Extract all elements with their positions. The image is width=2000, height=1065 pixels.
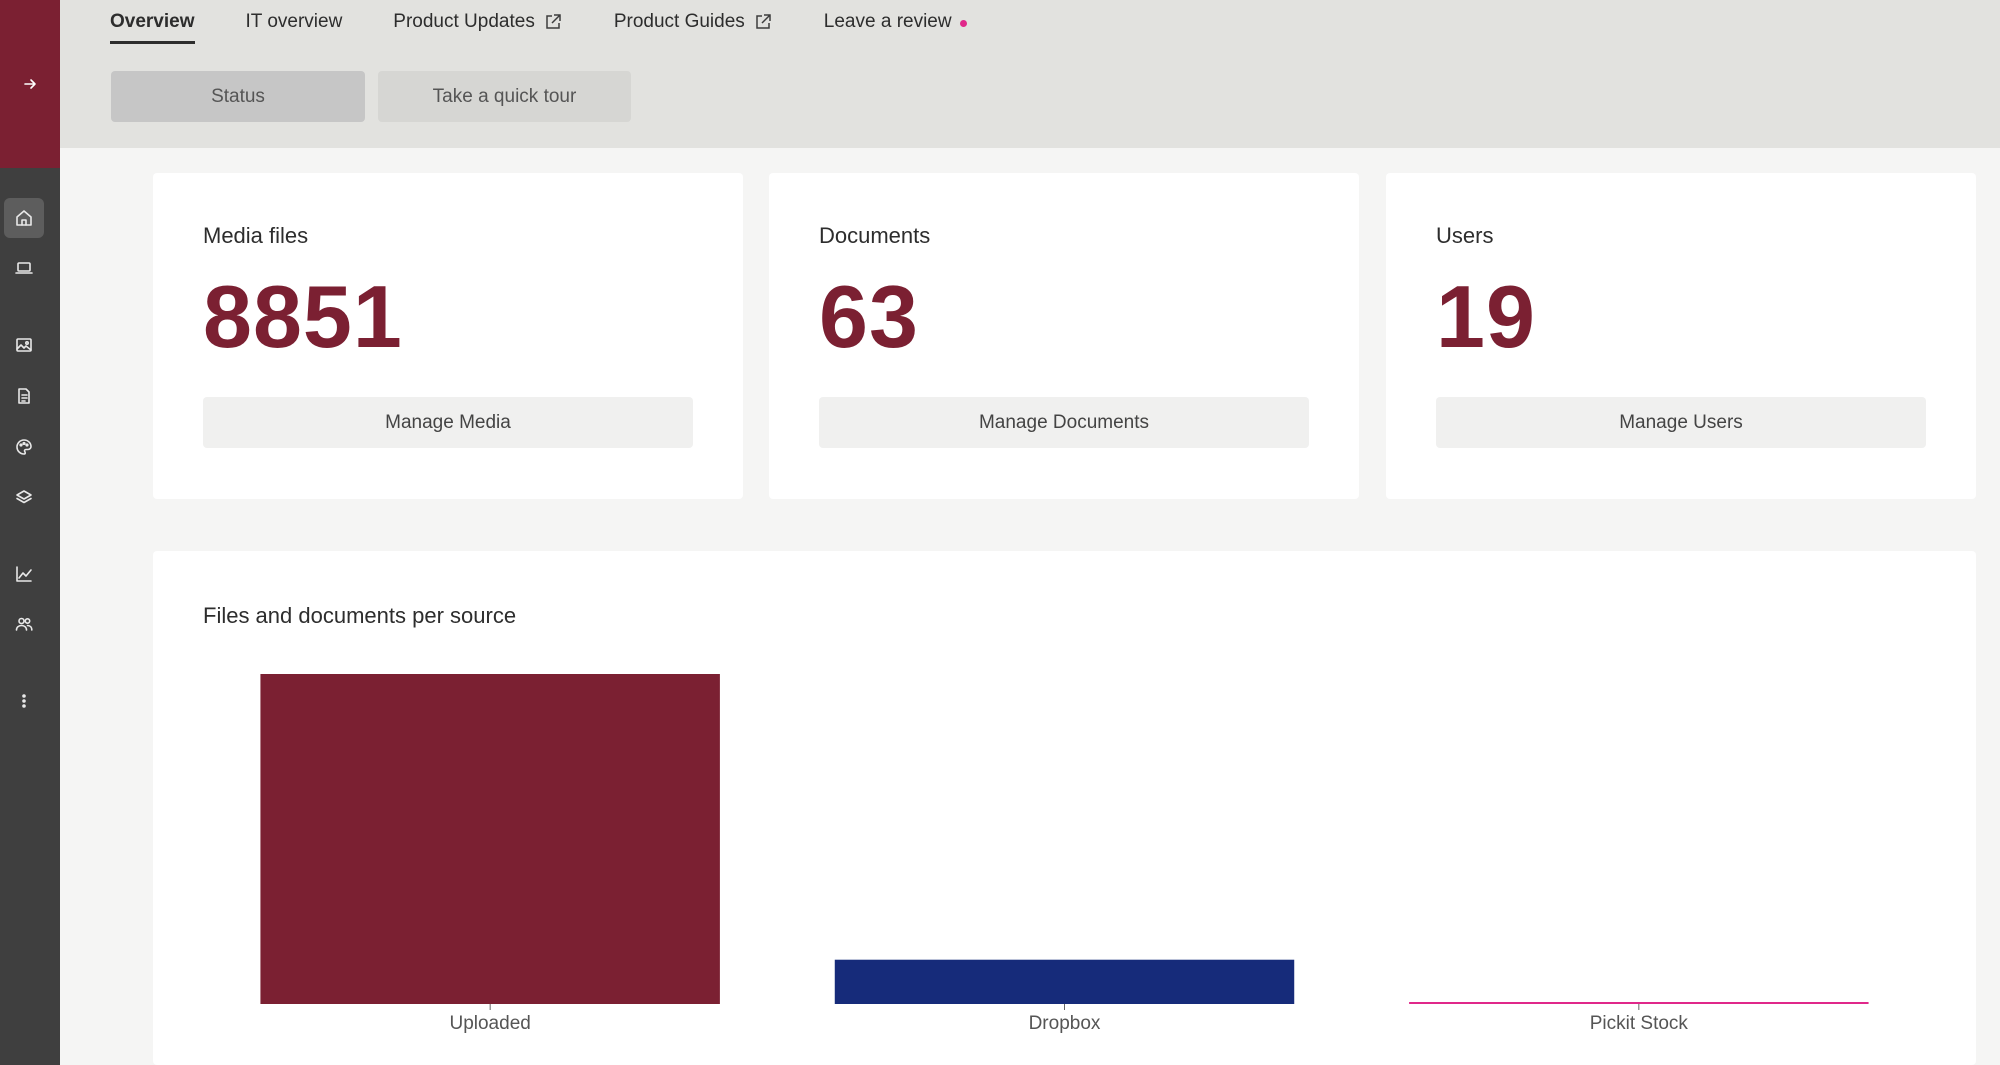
- home-icon: [16, 210, 32, 226]
- tab-it-overview[interactable]: IT overview: [246, 0, 343, 44]
- sidebar-item-documents[interactable]: [4, 376, 44, 416]
- chart-line-icon: [16, 566, 32, 582]
- document-icon: [18, 388, 30, 404]
- tab-overview[interactable]: Overview: [110, 0, 195, 44]
- sidebar-item-layers[interactable]: [4, 477, 44, 517]
- external-link-icon: [543, 12, 563, 32]
- tab-product-updates[interactable]: Product Updates: [393, 0, 563, 44]
- header: Overview IT overview Product Updates Pro…: [60, 0, 2000, 148]
- x-tick-label: Pickit Stock: [1590, 1013, 1689, 1034]
- users-count: 19: [1436, 267, 1536, 366]
- tab-label: Product Updates: [393, 11, 535, 32]
- x-tick-label: Uploaded: [449, 1013, 530, 1034]
- tab-bar: Overview IT overview Product Updates Pro…: [110, 0, 1018, 46]
- arrow-right-icon: [24, 79, 36, 89]
- sidebar-item-more[interactable]: [4, 681, 44, 721]
- bar-pickit-stock: [1409, 1002, 1869, 1004]
- users-icon: [15, 617, 33, 631]
- header-actions: Status Take a quick tour: [111, 71, 631, 122]
- tab-leave-review[interactable]: Leave a review: [824, 0, 967, 44]
- documents-card: Documents 63 Manage Documents: [769, 173, 1359, 499]
- sidebar: [0, 0, 60, 1065]
- bar-dropbox: [834, 959, 1295, 1004]
- media-files-card: Media files 8851 Manage Media: [153, 173, 743, 499]
- users-card: Users 19 Manage Users: [1386, 173, 1976, 499]
- palette-icon: [16, 439, 32, 455]
- status-button[interactable]: Status: [111, 71, 365, 122]
- external-link-icon: [753, 12, 773, 32]
- tab-label: Overview: [110, 11, 195, 32]
- documents-count: 63: [819, 267, 919, 366]
- notification-dot: [959, 19, 967, 27]
- x-tick-label: Dropbox: [1029, 1013, 1101, 1034]
- tab-label: IT overview: [245, 11, 343, 32]
- manage-media-button[interactable]: Manage Media: [203, 397, 693, 448]
- manage-documents-button[interactable]: Manage Documents: [819, 397, 1309, 448]
- image-icon: [16, 338, 32, 352]
- layers-icon: [16, 490, 32, 504]
- tab-label: Leave a review: [823, 11, 952, 32]
- media-count: 8851: [203, 267, 403, 366]
- laptop-icon: [15, 262, 33, 274]
- source-chart-card: Files and documents per source Uploaded D…: [153, 551, 1976, 1065]
- more-vertical-icon: [22, 694, 26, 708]
- card-title: Documents: [819, 223, 931, 248]
- tab-label: Product Guides: [613, 11, 745, 32]
- card-title: Users: [1436, 223, 1494, 248]
- sidebar-item-media[interactable]: [4, 325, 44, 365]
- bar-uploaded: [260, 674, 720, 1004]
- bar-chart: Uploaded Dropbox Pickit Stock: [260, 674, 1869, 1034]
- sidebar-item-laptop[interactable]: [4, 248, 44, 288]
- sidebar-item-users[interactable]: [4, 604, 44, 644]
- sidebar-item-brand[interactable]: [4, 427, 44, 467]
- sidebar-item-home[interactable]: [4, 198, 44, 238]
- sidebar-expand-button[interactable]: [0, 0, 60, 168]
- card-title: Media files: [203, 223, 309, 248]
- tab-product-guides[interactable]: Product Guides: [614, 0, 773, 44]
- sidebar-item-analytics[interactable]: [4, 554, 44, 594]
- manage-users-button[interactable]: Manage Users: [1436, 397, 1926, 448]
- quick-tour-button[interactable]: Take a quick tour: [378, 71, 631, 122]
